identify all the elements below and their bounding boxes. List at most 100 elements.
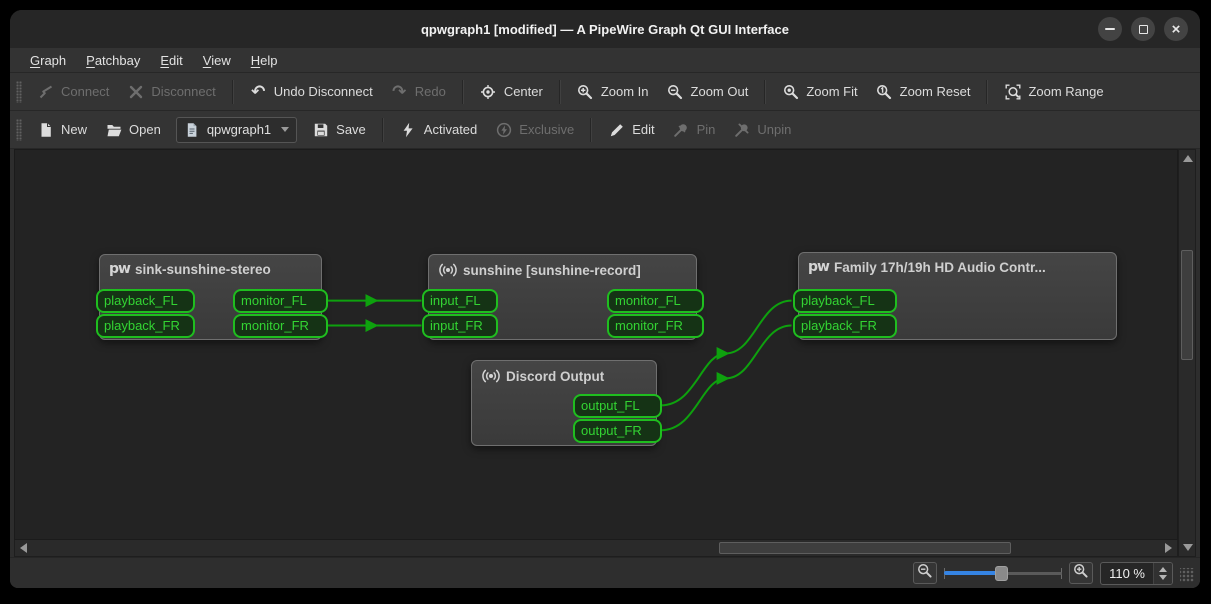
port-family-playback-fl[interactable]: playback_FL: [793, 289, 897, 313]
center-button[interactable]: Center: [471, 78, 552, 105]
zoom-in-button[interactable]: Zoom In: [568, 78, 658, 105]
port-sink-monitor-fr[interactable]: monitor_FR: [233, 314, 328, 338]
zoom-range-label: Zoom Range: [1028, 84, 1104, 99]
zoom-reset-button[interactable]: Zoom Reset: [867, 78, 980, 105]
exclusive-button[interactable]: Exclusive: [486, 116, 583, 143]
zoom-out-button[interactable]: [913, 562, 938, 584]
toolbar-separator: [764, 79, 767, 104]
patchbay-toolbar: New Open qpwgraph1 Save Activated Exclusive Ed…: [10, 111, 1200, 149]
menu-graph[interactable]: Graph: [20, 50, 76, 71]
toolbar-separator: [461, 79, 464, 104]
activated-icon: [400, 121, 417, 138]
graph-canvas[interactable]: pw sink-sunshine-stereo playback_FL play…: [14, 149, 1178, 540]
port-sink-playback-fr[interactable]: playback_FR: [96, 314, 195, 338]
zoom-percent-spinbox[interactable]: 110 %: [1100, 561, 1173, 585]
zoom-fit-button[interactable]: Zoom Fit: [773, 78, 866, 105]
edit-button[interactable]: Edit: [599, 116, 663, 143]
port-sink-playback-fl[interactable]: playback_FL: [96, 289, 195, 313]
port-discord-output-fr[interactable]: output_FR: [573, 419, 662, 443]
center-icon: [480, 83, 497, 100]
menu-edit[interactable]: Edit: [150, 50, 192, 71]
zoom-in-icon: [577, 83, 594, 100]
node-title: Discord Output: [506, 368, 605, 384]
port-family-playback-fr[interactable]: playback_FR: [793, 314, 897, 338]
port-sunshine-monitor-fr[interactable]: monitor_FR: [607, 314, 704, 338]
port-sink-monitor-fl[interactable]: monitor_FL: [233, 289, 328, 313]
port-sunshine-input-fr[interactable]: input_FR: [422, 314, 498, 338]
port-sunshine-monitor-fl[interactable]: monitor_FL: [607, 289, 704, 313]
redo-button[interactable]: ↷ Redo: [382, 78, 455, 105]
zoom-controls: 110 %: [913, 561, 1194, 585]
node-title: Family 17h/19h HD Audio Contr...: [833, 259, 1046, 275]
media-source-icon: [481, 367, 501, 385]
graph-toolbar: Connect Disconnect ↶ Undo Disconnect ↷ Redo Ce…: [10, 73, 1200, 111]
activated-button[interactable]: Activated: [391, 116, 486, 143]
spin-down-icon[interactable]: [1159, 574, 1167, 580]
node-header: Discord Output: [472, 361, 656, 385]
maximize-button[interactable]: [1131, 17, 1155, 41]
scroll-down-arrow-icon[interactable]: [1183, 544, 1193, 551]
minimize-button[interactable]: [1098, 17, 1122, 41]
zoom-in-label: Zoom In: [600, 84, 649, 99]
menu-bar: Graph Patchbay Edit View Help: [10, 48, 1200, 73]
zoom-reset-label: Zoom Reset: [899, 84, 971, 99]
chevron-down-icon: [281, 127, 290, 132]
resize-grip[interactable]: [1180, 567, 1194, 582]
toolbar-separator: [558, 79, 561, 104]
spin-up-icon[interactable]: [1159, 566, 1167, 572]
status-bar: 110 %: [10, 557, 1200, 588]
undo-disconnect-button[interactable]: ↶ Undo Disconnect: [241, 78, 382, 105]
open-icon: [105, 121, 122, 138]
menu-view[interactable]: View: [193, 50, 241, 71]
scroll-right-arrow-icon[interactable]: [1165, 543, 1172, 553]
zoom-in-button[interactable]: [1069, 562, 1094, 584]
toolbar-drag-handle[interactable]: [16, 80, 22, 103]
zoom-slider-handle[interactable]: [994, 566, 1008, 581]
vertical-scrollbar-thumb[interactable]: [1181, 250, 1193, 360]
toolbar-separator: [381, 117, 384, 142]
port-sunshine-input-fl[interactable]: input_FL: [422, 289, 498, 313]
connect-label: Connect: [61, 84, 110, 99]
menu-patchbay[interactable]: Patchbay: [76, 50, 150, 71]
scroll-left-arrow-icon[interactable]: [20, 543, 27, 553]
undo-disconnect-label: Undo Disconnect: [273, 84, 373, 99]
title-bar: qpwgraph1 [modified] — A PipeWire Graph …: [10, 10, 1200, 48]
open-button[interactable]: Open: [96, 116, 170, 143]
pipewire-icon: pw: [109, 261, 131, 277]
node-header: pw Family 17h/19h HD Audio Contr...: [799, 253, 1116, 275]
zoom-fit-label: Zoom Fit: [806, 84, 858, 99]
new-button[interactable]: New: [28, 116, 96, 143]
connect-button[interactable]: Connect: [28, 78, 118, 105]
menu-help[interactable]: Help: [241, 50, 288, 71]
disconnect-button[interactable]: Disconnect: [118, 78, 224, 105]
save-icon: [312, 121, 329, 138]
zoom-out-button[interactable]: Zoom Out: [658, 78, 758, 105]
pin-button[interactable]: Pin: [664, 116, 725, 143]
save-label: Save: [336, 122, 366, 137]
unpin-button[interactable]: Unpin: [724, 116, 800, 143]
scroll-up-arrow-icon[interactable]: [1183, 155, 1193, 162]
zoom-slider[interactable]: [944, 564, 1063, 582]
zoom-slider-fill: [944, 571, 1001, 575]
connection-output-fr-playback-fr[interactable]: [660, 324, 792, 432]
patchbay-file-combobox[interactable]: qpwgraph1: [175, 116, 298, 143]
zoom-out-icon: [667, 83, 684, 100]
disconnect-icon: [127, 83, 144, 100]
app-window: qpwgraph1 [modified] — A PipeWire Graph …: [10, 10, 1200, 588]
vertical-scrollbar[interactable]: [1178, 149, 1196, 557]
edit-icon: [608, 121, 625, 138]
activated-label: Activated: [423, 122, 478, 137]
connect-icon: [37, 83, 54, 100]
main-area: pw sink-sunshine-stereo playback_FL play…: [10, 149, 1200, 557]
spin-buttons[interactable]: [1153, 562, 1172, 584]
toolbar-drag-handle[interactable]: [16, 118, 22, 141]
node-header: pw sink-sunshine-stereo: [100, 255, 321, 277]
undo-icon: ↶: [251, 82, 266, 101]
port-discord-output-fl[interactable]: output_FL: [573, 394, 662, 418]
horizontal-scrollbar-thumb[interactable]: [719, 542, 1011, 554]
close-button[interactable]: ×: [1164, 17, 1188, 41]
zoom-range-button[interactable]: Zoom Range: [995, 78, 1112, 105]
horizontal-scrollbar[interactable]: [14, 540, 1178, 557]
zoom-reset-icon: [876, 83, 893, 100]
save-button[interactable]: Save: [303, 116, 375, 143]
